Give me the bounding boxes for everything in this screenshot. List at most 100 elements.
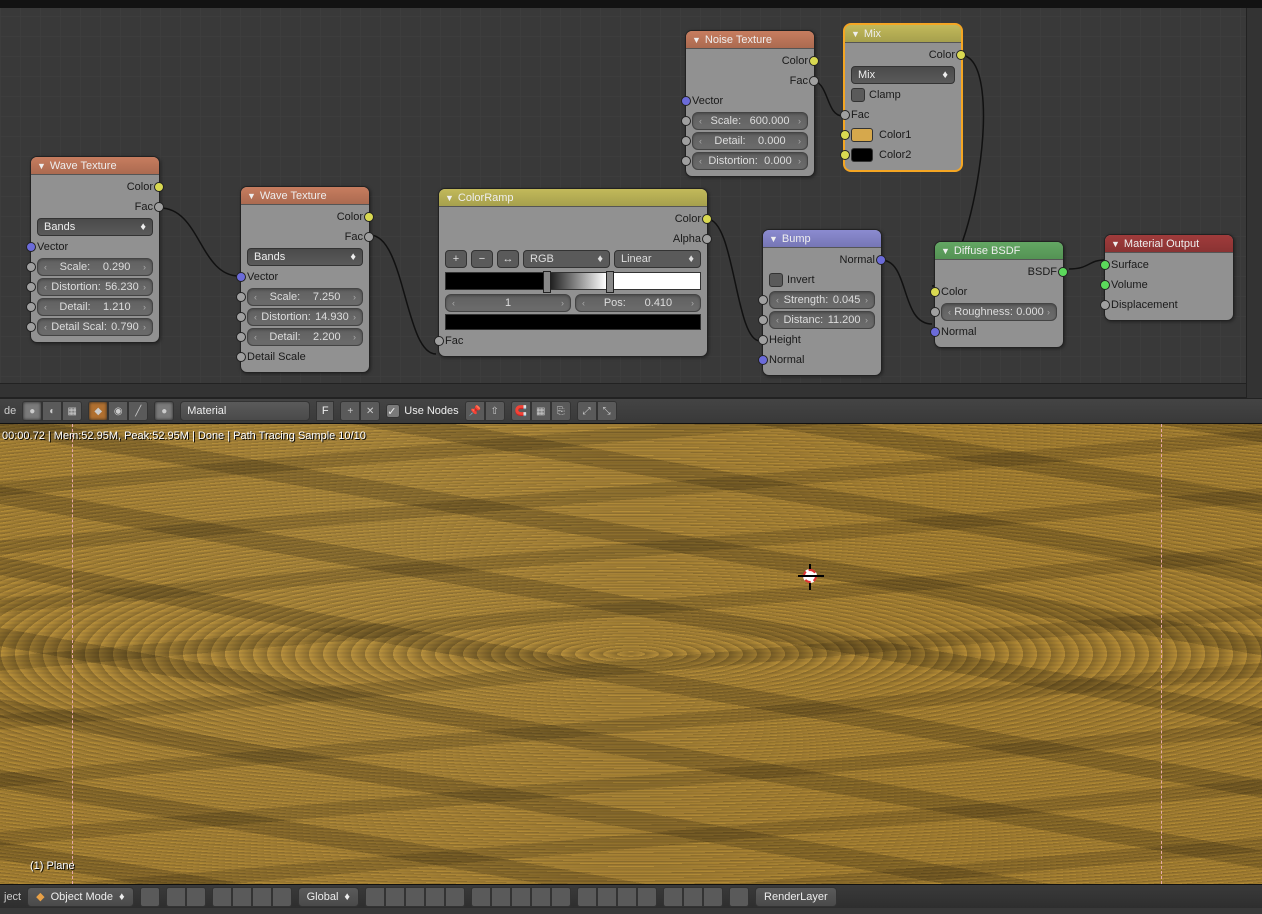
pause-icon[interactable] — [703, 887, 723, 907]
render-view[interactable]: 00:00.72 | Mem:52.95M, Peak:52.95M | Don… — [0, 424, 1262, 884]
color1-swatch[interactable] — [851, 128, 873, 142]
distortion-input-socket[interactable] — [236, 312, 246, 322]
normal-output-socket[interactable] — [876, 255, 886, 265]
node-header[interactable]: ▼Material Output — [1105, 235, 1233, 253]
collapse-icon[interactable]: ▼ — [247, 191, 256, 201]
colormode-select[interactable]: RGB♦ — [523, 250, 610, 268]
manipulator-scale-icon[interactable] — [272, 887, 292, 907]
go-parent-icon[interactable]: ⇧ — [485, 401, 505, 421]
distortion-field[interactable]: ‹Distortion:14.930› — [247, 308, 363, 326]
layers-icon[interactable] — [212, 887, 232, 907]
detailscale-field[interactable]: ‹Detail Scal:0.790› — [37, 318, 153, 336]
normal-input-socket[interactable] — [758, 355, 768, 365]
use-nodes-checkbox[interactable]: ✓ — [386, 404, 400, 418]
strength-input-socket[interactable] — [758, 295, 768, 305]
colorramp-gradient[interactable] — [445, 272, 701, 290]
node-bump[interactable]: ▼Bump Normal Invert ‹Strength:0.045› ‹Di… — [762, 229, 882, 376]
normal-input-socket[interactable] — [930, 327, 940, 337]
detail-input-socket[interactable] — [681, 136, 691, 146]
volume-input-socket[interactable] — [1100, 280, 1110, 290]
flip-button[interactable]: ↔ — [497, 250, 519, 268]
add-material-button[interactable]: + — [340, 401, 360, 421]
detail-field[interactable]: ‹Detail:1.210› — [37, 298, 153, 316]
node-editor-area[interactable]: ▼Wave Texture Color Fac Bands♦ Vector ‹S… — [0, 0, 1262, 398]
fac-input-socket[interactable] — [434, 336, 444, 346]
alpha-output-socket[interactable] — [702, 234, 712, 244]
color2-swatch[interactable] — [851, 148, 873, 162]
colorramp-stop[interactable] — [543, 271, 551, 293]
snap-icon[interactable] — [617, 887, 637, 907]
detail-field[interactable]: ‹Detail:2.200› — [247, 328, 363, 346]
height-input-socket[interactable] — [758, 335, 768, 345]
horizontal-scrollbar[interactable] — [0, 383, 1246, 397]
pivot-each-icon[interactable] — [186, 887, 206, 907]
pin-icon[interactable]: 📌 — [465, 401, 485, 421]
collapse-icon[interactable]: ▼ — [851, 29, 860, 39]
collapse-icon[interactable]: ▼ — [1111, 239, 1120, 249]
bsdf-output-socket[interactable] — [1058, 267, 1068, 277]
collapse-icon[interactable]: ▼ — [941, 246, 950, 256]
proportional-edit-icon[interactable] — [597, 887, 617, 907]
renderlayer-icon[interactable] — [729, 887, 749, 907]
collapse-icon[interactable]: ▼ — [445, 193, 454, 203]
manipulator-rotate-icon[interactable] — [252, 887, 272, 907]
layer-button[interactable] — [385, 887, 405, 907]
collapse-icon[interactable]: ▼ — [692, 35, 701, 45]
vector-input-socket[interactable] — [681, 96, 691, 106]
distortion-input-socket[interactable] — [681, 156, 691, 166]
invert-checkbox[interactable] — [769, 273, 783, 287]
node-header[interactable]: ▼Noise Texture — [686, 31, 814, 49]
fac-output-socket[interactable] — [154, 202, 164, 212]
color-output-socket[interactable] — [154, 182, 164, 192]
color-input-socket[interactable] — [930, 287, 940, 297]
node-colorramp[interactable]: ▼ColorRamp Color Alpha + − ↔ RGB♦ Linear… — [438, 188, 708, 357]
layer-button[interactable] — [425, 887, 445, 907]
distortion-field[interactable]: ‹Distortion:56.230› — [37, 278, 153, 296]
color2-input-socket[interactable] — [840, 150, 850, 160]
collapse-icon[interactable]: ▼ — [769, 234, 778, 244]
displacement-input-socket[interactable] — [1100, 300, 1110, 310]
snap-icon[interactable]: 🧲 — [511, 401, 531, 421]
node-diffuse-bsdf[interactable]: ▼Diffuse BSDF BSDF Color ‹Roughness:0.00… — [934, 241, 1064, 348]
layer-button[interactable] — [551, 887, 571, 907]
material-name-field[interactable]: Material — [180, 401, 310, 421]
node-header[interactable]: ▼ColorRamp — [439, 189, 707, 207]
data-type-world-icon[interactable]: ◉ — [108, 401, 128, 421]
render-anim-icon[interactable] — [683, 887, 703, 907]
stop-index-field[interactable]: ‹1› — [445, 294, 571, 312]
node-wave-texture-1[interactable]: ▼Wave Texture Color Fac Bands♦ Vector ‹S… — [30, 156, 160, 343]
distortion-field[interactable]: ‹Distortion:0.000› — [692, 152, 808, 170]
fake-user-button[interactable]: F — [316, 401, 334, 421]
snap-type-icon[interactable]: ▦ — [531, 401, 551, 421]
scale-field[interactable]: ‹Scale:0.290› — [37, 258, 153, 276]
pivot-icon[interactable] — [166, 887, 186, 907]
fac-input-socket[interactable] — [840, 110, 850, 120]
node-material-output[interactable]: ▼Material Output Surface Volume Displace… — [1104, 234, 1234, 321]
roughness-input-socket[interactable] — [930, 307, 940, 317]
collapse-icon[interactable]: ▼ — [37, 161, 46, 171]
detailscale-input-socket[interactable] — [236, 352, 246, 362]
scale-input-socket[interactable] — [236, 292, 246, 302]
fac-output-socket[interactable] — [364, 232, 374, 242]
vector-input-socket[interactable] — [236, 272, 246, 282]
backdrop-fit-icon[interactable]: ⤡ — [597, 401, 617, 421]
wave-type-select[interactable]: Bands♦ — [37, 218, 153, 236]
layer-button[interactable] — [491, 887, 511, 907]
snap-element-icon[interactable] — [637, 887, 657, 907]
color-output-socket[interactable] — [956, 50, 966, 60]
color-output-socket[interactable] — [702, 214, 712, 224]
roughness-field[interactable]: ‹Roughness:0.000› — [941, 303, 1057, 321]
detail-input-socket[interactable] — [26, 302, 36, 312]
surface-input-socket[interactable] — [1100, 260, 1110, 270]
node-noise-texture[interactable]: ▼Noise Texture Color Fac Vector ‹Scale:6… — [685, 30, 815, 177]
scale-field[interactable]: ‹Scale:7.250› — [247, 288, 363, 306]
blend-type-select[interactable]: Mix♦ — [851, 66, 955, 84]
clamp-checkbox[interactable] — [851, 88, 865, 102]
interp-select[interactable]: Linear♦ — [614, 250, 701, 268]
data-type-object-icon[interactable]: ◆ — [88, 401, 108, 421]
renderlayer-select[interactable]: RenderLayer — [755, 887, 837, 907]
layer-button[interactable] — [471, 887, 491, 907]
orientation-select[interactable]: Global♦ — [298, 887, 359, 907]
vertical-scrollbar[interactable] — [1246, 8, 1262, 406]
shader-type-world-icon[interactable]: ◐ — [42, 401, 62, 421]
